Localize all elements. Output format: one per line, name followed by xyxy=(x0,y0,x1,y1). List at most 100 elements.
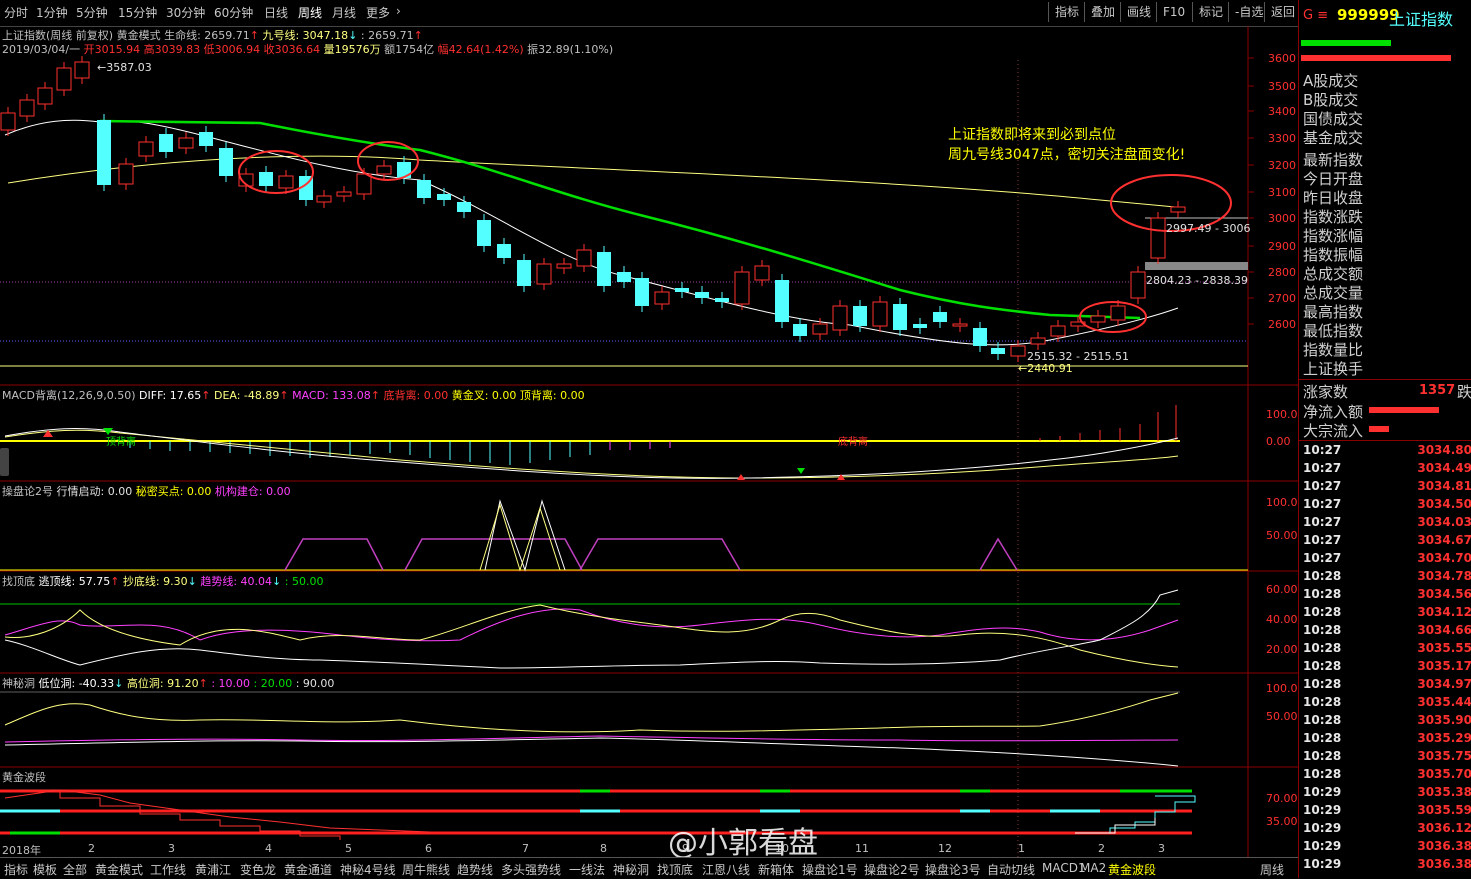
tab-gann-eight[interactable]: 江恩八线 xyxy=(702,861,750,878)
annotation-note-2: 周九号线3047点，密切关注盘面变化! xyxy=(948,147,1186,163)
candle-body xyxy=(675,288,689,292)
tick-time: 10:29 xyxy=(1303,785,1342,799)
range-label-3: 2515.32 - 2515.51 xyxy=(1027,350,1129,363)
rise-count-value: 1357 xyxy=(1419,383,1456,398)
tick-price: 3034.12 xyxy=(1417,605,1471,619)
tab-long-strong[interactable]: 多头强势线 xyxy=(501,861,561,878)
tab-golden-channel[interactable]: 黄金通道 xyxy=(284,861,332,878)
tick-time: 10:28 xyxy=(1303,677,1342,691)
tick-time: 10:29 xyxy=(1303,857,1342,871)
tab-auto-tangent[interactable]: 自动切线 xyxy=(987,861,1035,878)
candle-body xyxy=(199,132,213,146)
bar-red xyxy=(1301,55,1451,61)
tick-row: 10:28 3034.78 xyxy=(1299,569,1471,587)
left-scroll-handle[interactable] xyxy=(0,448,9,476)
tick-price: 3035.75 xyxy=(1417,749,1471,763)
tab-template[interactable]: 模板 xyxy=(33,861,57,878)
tab-new-box[interactable]: 新箱体 xyxy=(758,861,794,878)
tick-time: 10:28 xyxy=(1303,569,1342,583)
tick-row: 10:28 3035.90 xyxy=(1299,713,1471,731)
tab-top-bottom[interactable]: 找顶底 xyxy=(657,861,693,878)
candle-body xyxy=(695,292,709,298)
tick-price: 3035.44 xyxy=(1417,695,1471,709)
candle-body xyxy=(832,305,848,331)
zdd-header: 找顶底 逃顶线: 57.75↑ 抄底线: 9.30↓ 趋势线: 40.04↓ :… xyxy=(2,575,324,588)
fall-label: 跌 xyxy=(1457,383,1471,401)
candle-body xyxy=(893,304,907,330)
rp-item: 总成交量 xyxy=(1303,284,1364,302)
big-inflow-label: 大宗流入 xyxy=(1303,422,1364,440)
rp-item: 基金成交 xyxy=(1303,129,1364,147)
tick-time: 10:29 xyxy=(1303,803,1342,817)
cpl-name: 操盘论2号 xyxy=(2,485,53,498)
smd-name: 神秘洞 xyxy=(2,677,35,690)
tab-weekly-bull-bear[interactable]: 周牛熊线 xyxy=(402,861,450,878)
candle-body xyxy=(138,141,154,157)
price-axis-2700: 2700 xyxy=(1268,292,1296,305)
tab-huangpu[interactable]: 黄浦江 xyxy=(195,861,231,878)
tab-golden-mode[interactable]: 黄金模式 xyxy=(95,861,143,878)
candle-body xyxy=(1030,337,1046,345)
smd-e: : 90.00 xyxy=(295,677,335,690)
tab-golden-wave[interactable]: 黄金波段 xyxy=(1108,861,1156,878)
rp-item: 指数涨幅 xyxy=(1303,227,1364,245)
tick-row: 10:28 3034.56 xyxy=(1299,587,1471,605)
tab-cpl-2[interactable]: 操盘论2号 xyxy=(864,861,920,878)
tick-row: 10:27 3034.70 xyxy=(1299,551,1471,569)
tick-row: 10:27 3034.80 xyxy=(1299,443,1471,461)
tab-cpl-1[interactable]: 操盘论1号 xyxy=(802,861,858,878)
tab-mystery-hole[interactable]: 神秘洞 xyxy=(613,861,649,878)
cpl-b: 秘密买点: 0.00 xyxy=(135,485,212,498)
tick-row: 10:27 3034.50 xyxy=(1299,497,1471,515)
tab-indicator[interactable]: 指标 xyxy=(4,861,28,878)
date-label: 12 xyxy=(938,842,952,855)
period-weekly[interactable]: 周线 xyxy=(1260,861,1284,878)
rp-item: 总成交额 xyxy=(1303,265,1364,283)
rp-item: 国债成交 xyxy=(1303,110,1364,128)
tick-price: 3036.38 xyxy=(1417,857,1471,871)
divider xyxy=(1299,379,1471,380)
tab-ma2[interactable]: MA2 xyxy=(1080,861,1106,875)
tick-price: 3034.50 xyxy=(1417,497,1471,511)
tick-price: 3035.17 xyxy=(1417,659,1471,673)
candle-body xyxy=(477,220,491,246)
tick-row: 10:28 3035.29 xyxy=(1299,731,1471,749)
divider xyxy=(1299,440,1471,441)
candle-body xyxy=(1150,217,1166,259)
price-axis-2800: 2800 xyxy=(1268,266,1296,279)
tick-row: 10:28 3034.66 xyxy=(1299,623,1471,641)
rp-item: 最新指数 xyxy=(1303,151,1364,169)
price-axis-2900: 2900 xyxy=(1268,240,1296,253)
candle-body xyxy=(336,191,352,197)
tab-mystery-4[interactable]: 神秘4号线 xyxy=(340,861,396,878)
candle-body xyxy=(1170,206,1186,213)
smd-header: 神秘洞 低位洞: -40.33↓ 高位洞: 91.20↑ : 10.00 : 2… xyxy=(2,677,335,690)
zdd-name: 找顶底 xyxy=(2,575,35,588)
candle-body xyxy=(74,61,90,79)
tab-one-line[interactable]: 一线法 xyxy=(569,861,605,878)
hjbd-name: 黄金波段 xyxy=(2,771,46,784)
tab-cpl-3[interactable]: 操盘论3号 xyxy=(925,861,981,878)
tick-price: 3034.49 xyxy=(1417,461,1471,475)
low-label: ←2440.91 xyxy=(1018,362,1073,375)
macd-axis-0: 0.00 xyxy=(1266,435,1291,448)
date-label: 8 xyxy=(600,842,607,855)
tab-work-line[interactable]: 工作线 xyxy=(150,861,186,878)
price-axis-3000: 3000 xyxy=(1268,212,1296,225)
rp-item: 今日开盘 xyxy=(1303,170,1364,188)
candle-body xyxy=(973,328,987,346)
cpl-c: 机构建仓: 0.00 xyxy=(214,485,291,498)
candle-body xyxy=(812,323,828,335)
tab-all[interactable]: 全部 xyxy=(63,861,87,878)
cpl-header: 操盘论2号 行情启动: 0.00 秘密买点: 0.00 机构建仓: 0.00 xyxy=(2,483,291,499)
candle-body xyxy=(597,252,611,286)
macd-golden: 黄金叉: 0.00 xyxy=(451,389,517,402)
tick-price: 3034.66 xyxy=(1417,623,1471,637)
tab-trend-line[interactable]: 趋势线 xyxy=(457,861,493,878)
cpl-axis-50: 50.00 xyxy=(1266,529,1298,542)
macd-axis-100: 100.0 xyxy=(1266,408,1298,421)
macd-bars-neg xyxy=(129,441,591,465)
tab-chameleon[interactable]: 变色龙 xyxy=(240,861,276,878)
tick-price: 3034.97 xyxy=(1417,677,1471,691)
date-label: 3 xyxy=(168,842,175,855)
